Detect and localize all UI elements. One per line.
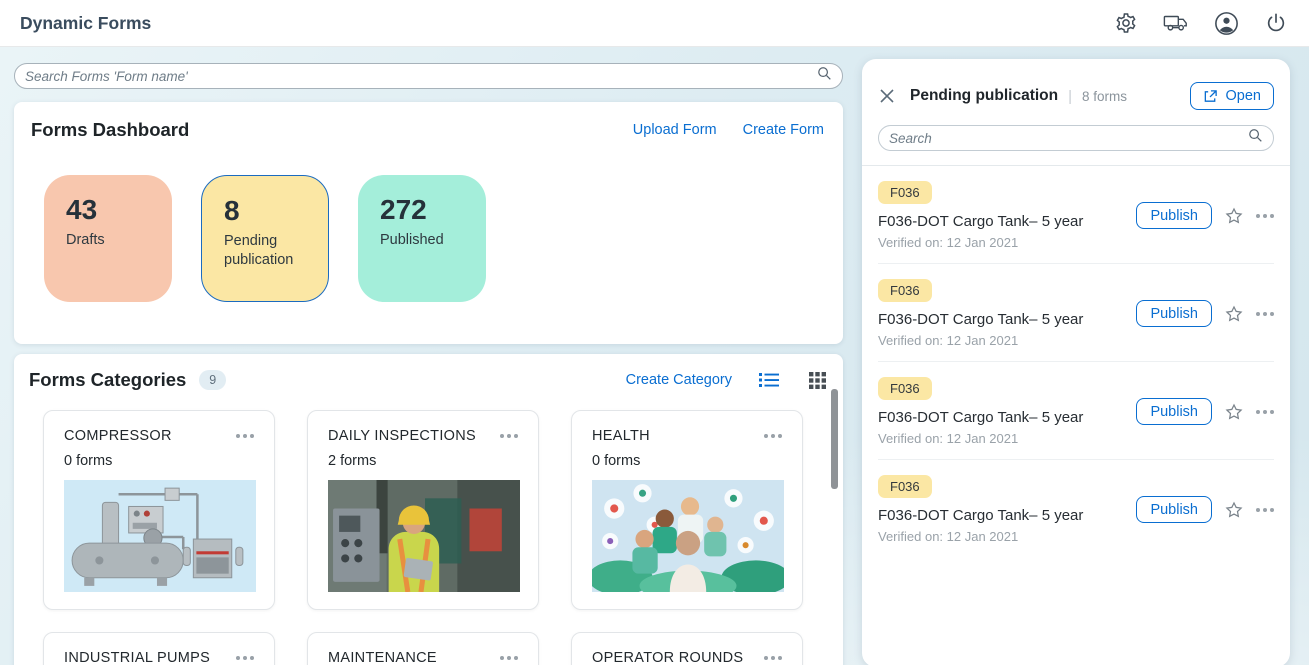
stat-label: Drafts bbox=[66, 231, 158, 250]
pending-forms-list: F036 F036-DOT Cargo Tank– 5 year Verifie… bbox=[878, 166, 1274, 557]
form-verified-date: Verified on: 12 Jan 2021 bbox=[878, 333, 1128, 348]
search-icon[interactable] bbox=[1248, 128, 1263, 148]
inspector-photo-image bbox=[328, 480, 520, 592]
category-title: MAINTENANCE bbox=[328, 650, 437, 665]
list-view-icon[interactable] bbox=[758, 370, 780, 390]
form-title: F036-DOT Cargo Tank– 5 year bbox=[878, 409, 1128, 426]
global-search bbox=[14, 63, 843, 89]
form-list-item: F036 F036-DOT Cargo Tank– 5 year Verifie… bbox=[878, 362, 1274, 460]
overflow-menu-icon[interactable] bbox=[236, 652, 254, 664]
stat-tile-pending-publication[interactable]: 8 Pending publication bbox=[201, 175, 329, 302]
search-icon[interactable] bbox=[817, 66, 832, 86]
app-header: Dynamic Forms bbox=[0, 0, 1309, 47]
category-title: HEALTH bbox=[592, 428, 650, 444]
stat-tile-drafts[interactable]: 43 Drafts bbox=[44, 175, 172, 302]
categories-count-badge: 9 bbox=[199, 370, 226, 390]
categories-grid: COMPRESSOR 0 forms bbox=[43, 410, 833, 665]
stat-value: 8 bbox=[224, 195, 314, 227]
publish-button[interactable]: Publish bbox=[1136, 398, 1212, 425]
settings-icon[interactable] bbox=[1113, 10, 1139, 36]
form-code-badge: F036 bbox=[878, 279, 932, 302]
stat-label: Pending publication bbox=[224, 232, 314, 270]
grid-view-icon[interactable] bbox=[806, 370, 828, 390]
category-tile-industrial-pumps[interactable]: INDUSTRIAL PUMPS bbox=[43, 632, 275, 665]
form-list-item: F036 F036-DOT Cargo Tank– 5 year Verifie… bbox=[878, 264, 1274, 362]
logout-power-icon[interactable] bbox=[1263, 10, 1289, 36]
overflow-menu-icon[interactable] bbox=[500, 652, 518, 664]
stat-value: 43 bbox=[66, 194, 158, 226]
overflow-menu-icon[interactable] bbox=[236, 430, 254, 442]
overflow-menu-icon[interactable] bbox=[1256, 504, 1274, 516]
upload-form-link[interactable]: Upload Form bbox=[633, 122, 717, 138]
open-external-icon bbox=[1203, 89, 1218, 104]
category-form-count: 2 forms bbox=[328, 453, 518, 469]
stat-label: Published bbox=[380, 231, 472, 250]
create-category-link[interactable]: Create Category bbox=[626, 372, 732, 388]
form-verified-date: Verified on: 12 Jan 2021 bbox=[878, 529, 1128, 544]
publish-button[interactable]: Publish bbox=[1136, 496, 1212, 523]
open-button-label: Open bbox=[1226, 88, 1261, 104]
main-column: Forms Dashboard Upload Form Create Form … bbox=[14, 63, 843, 665]
category-title: OPERATOR ROUNDS bbox=[592, 650, 743, 665]
form-title: F036-DOT Cargo Tank– 5 year bbox=[878, 311, 1128, 328]
publish-button[interactable]: Publish bbox=[1136, 300, 1212, 327]
stats-row: 43 Drafts 8 Pending publication 272 Publ… bbox=[44, 175, 826, 302]
global-search-input[interactable] bbox=[25, 69, 817, 84]
overflow-menu-icon[interactable] bbox=[500, 430, 518, 442]
transport-truck-icon[interactable] bbox=[1163, 10, 1189, 36]
category-form-count: 0 forms bbox=[64, 453, 254, 469]
form-code-badge: F036 bbox=[878, 181, 932, 204]
category-tile-maintenance[interactable]: MAINTENANCE bbox=[307, 632, 539, 665]
form-title: F036-DOT Cargo Tank– 5 year bbox=[878, 213, 1128, 230]
stat-value: 272 bbox=[380, 194, 472, 226]
stat-tile-published[interactable]: 272 Published bbox=[358, 175, 486, 302]
app-title: Dynamic Forms bbox=[20, 13, 151, 34]
form-verified-date: Verified on: 12 Jan 2021 bbox=[878, 235, 1128, 250]
category-tile-health[interactable]: HEALTH 0 forms bbox=[571, 410, 803, 610]
publish-button[interactable]: Publish bbox=[1136, 202, 1212, 229]
overflow-menu-icon[interactable] bbox=[1256, 406, 1274, 418]
account-icon[interactable] bbox=[1213, 10, 1239, 36]
form-title: F036-DOT Cargo Tank– 5 year bbox=[878, 507, 1128, 524]
category-tile-daily-inspections[interactable]: DAILY INSPECTIONS 2 forms bbox=[307, 410, 539, 610]
page-background: Forms Dashboard Upload Form Create Form … bbox=[0, 47, 1309, 665]
create-form-link[interactable]: Create Form bbox=[743, 122, 824, 138]
overflow-menu-icon[interactable] bbox=[764, 652, 782, 664]
main-scrollbar-thumb[interactable] bbox=[831, 389, 838, 489]
panel-forms-count: 8 forms bbox=[1082, 89, 1127, 104]
healthcare-illustration-image bbox=[592, 480, 784, 592]
category-title: COMPRESSOR bbox=[64, 428, 172, 444]
category-title: INDUSTRIAL PUMPS bbox=[64, 650, 210, 665]
dashboard-title: Forms Dashboard bbox=[31, 119, 189, 141]
forms-categories-card: Forms Categories 9 Create Category bbox=[14, 354, 843, 665]
favorite-star-icon[interactable] bbox=[1223, 499, 1245, 521]
header-actions bbox=[1113, 10, 1289, 36]
form-list-item: F036 F036-DOT Cargo Tank– 5 year Verifie… bbox=[878, 460, 1274, 557]
pending-publication-panel: Pending publication | 8 forms Open bbox=[862, 59, 1290, 665]
panel-title-separator: | bbox=[1068, 88, 1072, 105]
category-tile-operator-rounds[interactable]: OPERATOR ROUNDS bbox=[571, 632, 803, 665]
category-tile-compressor[interactable]: COMPRESSOR 0 forms bbox=[43, 410, 275, 610]
form-list-item: F036 F036-DOT Cargo Tank– 5 year Verifie… bbox=[878, 166, 1274, 264]
favorite-star-icon[interactable] bbox=[1223, 205, 1245, 227]
favorite-star-icon[interactable] bbox=[1223, 303, 1245, 325]
form-code-badge: F036 bbox=[878, 377, 932, 400]
panel-search bbox=[878, 125, 1274, 151]
overflow-menu-icon[interactable] bbox=[764, 430, 782, 442]
compressor-image bbox=[64, 480, 256, 592]
open-button[interactable]: Open bbox=[1190, 82, 1274, 110]
close-panel-icon[interactable] bbox=[878, 87, 896, 105]
forms-dashboard-card: Forms Dashboard Upload Form Create Form … bbox=[14, 102, 843, 344]
categories-title: Forms Categories bbox=[29, 369, 186, 391]
overflow-menu-icon[interactable] bbox=[1256, 308, 1274, 320]
form-verified-date: Verified on: 12 Jan 2021 bbox=[878, 431, 1128, 446]
panel-search-input[interactable] bbox=[889, 131, 1248, 146]
overflow-menu-icon[interactable] bbox=[1256, 210, 1274, 222]
favorite-star-icon[interactable] bbox=[1223, 401, 1245, 423]
panel-title: Pending publication bbox=[910, 87, 1058, 105]
category-form-count: 0 forms bbox=[592, 453, 782, 469]
category-title: DAILY INSPECTIONS bbox=[328, 428, 476, 444]
form-code-badge: F036 bbox=[878, 475, 932, 498]
